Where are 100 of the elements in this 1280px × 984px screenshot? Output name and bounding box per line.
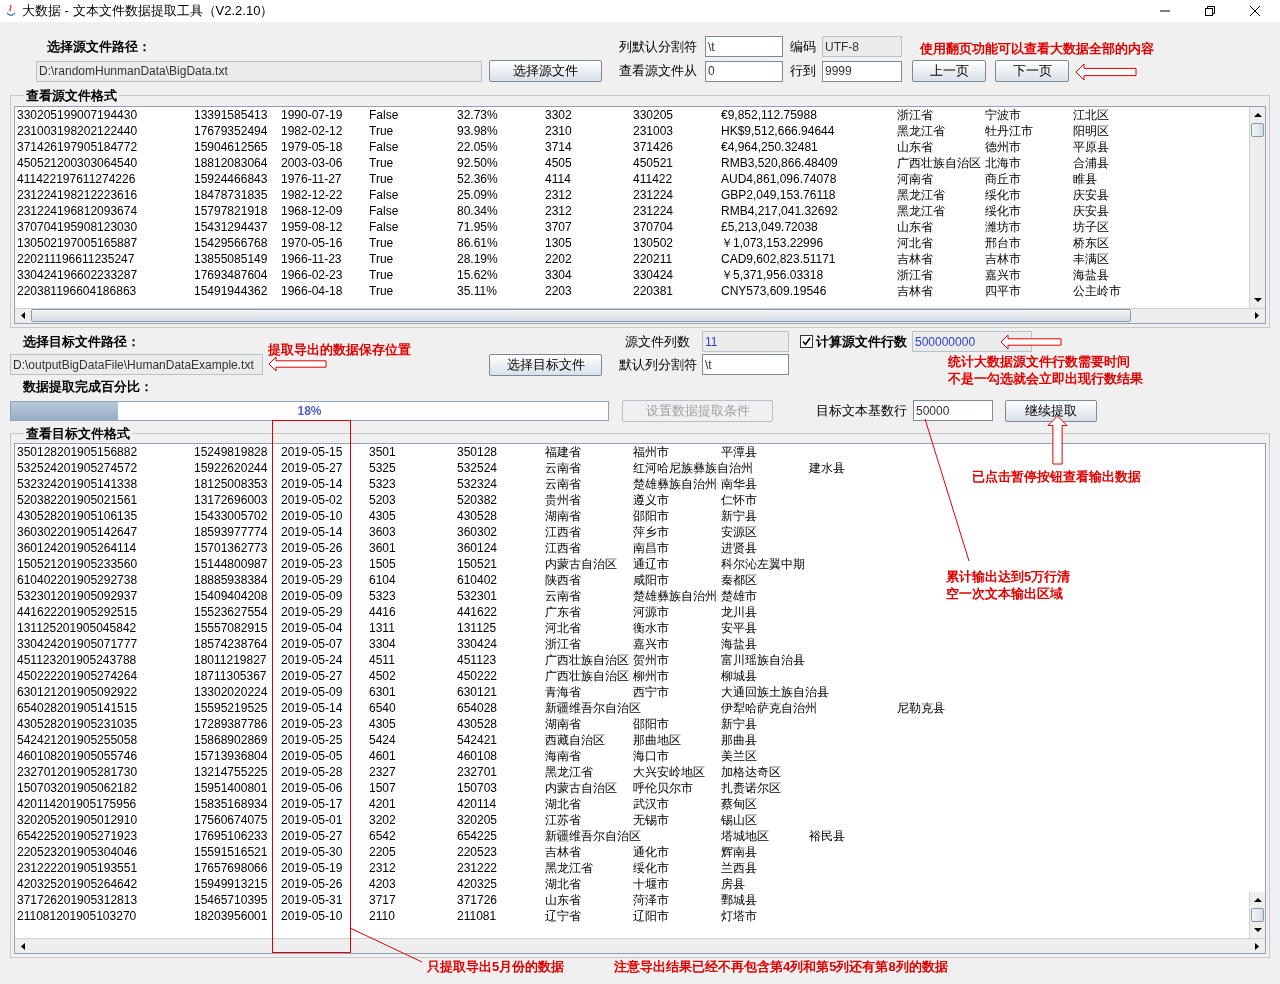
- table-cell-text: 2019-05-30: [281, 844, 344, 860]
- text-field[interactable]: 0: [705, 60, 783, 82]
- text-field[interactable]: 500000000: [912, 331, 1032, 352]
- table-cell-text: 武汉市: [633, 796, 670, 812]
- table-cell-text: 2019-05-25: [281, 732, 344, 748]
- table-cell-text: 420114: [457, 796, 498, 812]
- text-field[interactable]: D:\outputBigDataFile\HumanDataExample.txt: [10, 354, 263, 375]
- table-cell-text: 17657698066: [194, 860, 269, 876]
- close-icon[interactable]: [1249, 5, 1261, 17]
- table-cell-text: 4305: [369, 508, 397, 524]
- table-cell-text: 6542: [369, 828, 397, 844]
- table-cell-text: 420114201905175956: [17, 796, 138, 812]
- table-cell-text: 2312: [369, 860, 397, 876]
- table-cell-text: 1970-05-16: [281, 234, 344, 251]
- table-cell-text: 18812083064: [194, 154, 269, 171]
- table-cell-text: 15922620244: [194, 460, 269, 476]
- table-cell-text: 15591516521: [194, 844, 269, 860]
- table-cell-text: 吉林省: [545, 844, 582, 860]
- group-title: 查看目标文件格式: [25, 424, 131, 443]
- push-button[interactable]: 下一页: [995, 60, 1069, 82]
- table-cell-text: 2003-03-06: [281, 154, 344, 171]
- text-field[interactable]: \t: [702, 354, 789, 375]
- table-cell-text: 231224: [633, 186, 675, 203]
- table-cell-text: 广西壮族自治区: [545, 668, 630, 684]
- horizontal-scrollbar[interactable]: [15, 307, 1265, 323]
- vertical-scrollbar[interactable]: [1249, 892, 1265, 938]
- table-cell-text: 5203: [369, 492, 397, 508]
- leader-line: [350, 927, 422, 963]
- push-button[interactable]: 上一页: [912, 60, 986, 82]
- table-cell-text: 2019-05-09: [281, 588, 344, 604]
- table-cell-text: 衡水市: [633, 620, 670, 636]
- scroll-thumb[interactable]: [1251, 122, 1264, 137]
- table-cell-text: ￥1,073,153.22996: [721, 234, 825, 251]
- table-cell-text: 15144800987: [194, 556, 269, 572]
- table-cell-text: 4601: [369, 748, 397, 764]
- table-cell-text: 18885938384: [194, 572, 269, 588]
- table-cell-text: 15523627554: [194, 604, 269, 620]
- push-button[interactable]: 继续提取: [1005, 399, 1097, 422]
- table-cell-text: 370704195908123030: [17, 218, 139, 235]
- push-button[interactable]: 选择源文件: [489, 60, 602, 82]
- checkbox[interactable]: [800, 335, 813, 348]
- table-cell-text: 牡丹江市: [985, 122, 1034, 139]
- table-cell-text: 15797821918: [194, 202, 269, 219]
- table-cell-text: 楚雄彝族自治州: [633, 588, 718, 604]
- window-title: 大数据 - 文本文件数据提取工具（V2.2.10）: [22, 2, 274, 21]
- table-cell-text: 231003198202122440: [17, 122, 139, 139]
- progress-text: 18%: [296, 402, 323, 420]
- table-cell-text: 232701: [457, 764, 499, 780]
- text-field[interactable]: 11: [702, 331, 789, 352]
- table-cell-text: 2019-05-06: [281, 780, 344, 796]
- table-cell-text: 桥东区: [1073, 234, 1110, 251]
- table-cell: 富川瑶族自治县: [721, 652, 805, 668]
- table-cell-text: 3601: [369, 540, 397, 556]
- table-cell-text: 532524: [457, 460, 499, 476]
- maximize-icon[interactable]: [1204, 5, 1216, 17]
- table-cell: 尼勒克县: [897, 700, 945, 716]
- field-label: 源文件列数: [625, 332, 691, 351]
- text-field[interactable]: \t: [705, 36, 783, 57]
- text-field[interactable]: D:\randomHunmanData\BigData.txt: [36, 60, 482, 82]
- table-cell-text: 15949913215: [194, 876, 269, 892]
- table-cell-text: 呼伦贝尔市: [633, 780, 694, 796]
- table-cell-text: 330205199007194430: [17, 106, 139, 123]
- text-field[interactable]: UTF-8: [822, 36, 902, 57]
- table-cell-text: True: [369, 282, 395, 299]
- table-cell-text: 610402201905292738: [17, 572, 139, 588]
- push-button[interactable]: 选择目标文件: [489, 353, 602, 376]
- table-cell-text: 庆安县: [1073, 202, 1110, 219]
- table-cell-text: 3304: [369, 636, 397, 652]
- table-cell-text: 西宁市: [633, 684, 670, 700]
- table-cell-text: 231222201905193551: [17, 860, 139, 876]
- table-cell-text: 350128: [457, 444, 499, 460]
- table-cell-text: 430528: [457, 508, 499, 524]
- horizontal-scrollbar[interactable]: [15, 938, 1265, 953]
- table-cell-text: CNY573,609.19546: [721, 282, 828, 299]
- table-cell-text: 1966-04-18: [281, 282, 344, 299]
- table-cell-text: False: [369, 186, 400, 203]
- text-field[interactable]: 9999: [822, 60, 902, 82]
- table-cell-text: €4,964,250.32481: [721, 138, 819, 155]
- table-cell-text: 2019-05-23: [281, 716, 344, 732]
- table-cell-text: 5325: [369, 460, 397, 476]
- scroll-thumb[interactable]: [31, 309, 1131, 322]
- table-cell-text: 330205: [633, 106, 675, 123]
- table-cell-text: 52.36%: [457, 170, 499, 187]
- arrow-icon: [1000, 334, 1062, 350]
- table-cell-text: 河北省: [545, 620, 582, 636]
- table-cell-text: 楚雄彝族自治州: [633, 476, 718, 492]
- table-cell-text: 532324: [457, 476, 499, 492]
- vertical-scrollbar[interactable]: [1249, 106, 1265, 308]
- table-cell-text: 330424201905071777: [17, 636, 139, 652]
- table-cell-text: 2203: [545, 282, 573, 299]
- table-cell: 大通回族土族自治县: [721, 684, 829, 700]
- annotation-text: 使用翻页功能可以查看大数据全部的内容: [920, 40, 1154, 58]
- text-field[interactable]: 50000: [913, 400, 993, 421]
- table-cell-text: 德州市: [985, 138, 1022, 155]
- scroll-thumb[interactable]: [1251, 908, 1264, 922]
- table-cell-text: 2019-05-14: [281, 524, 344, 540]
- table-cell-text: 630121: [457, 684, 499, 700]
- table-cell-text: 湖北省: [545, 876, 582, 892]
- table-cell: 平潭县: [721, 444, 757, 460]
- table-cell-text: 371426: [633, 138, 675, 155]
